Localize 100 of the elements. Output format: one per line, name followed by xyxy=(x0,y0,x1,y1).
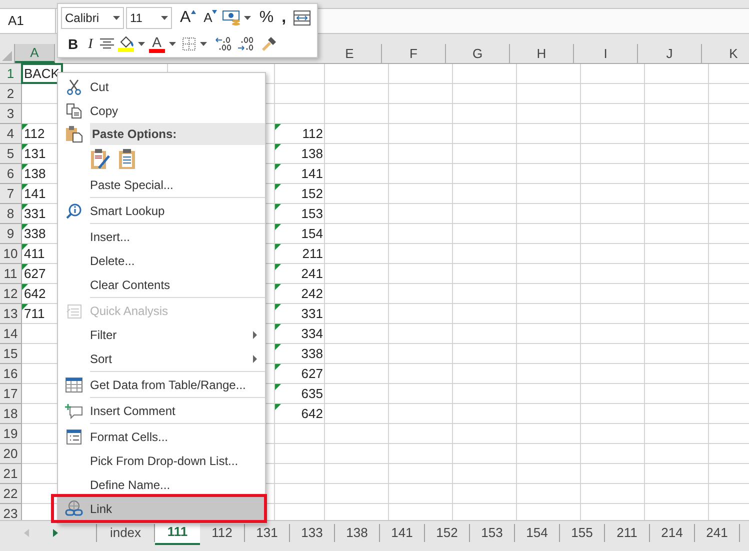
row-header[interactable]: 17 xyxy=(0,384,22,404)
table-cell[interactable]: 642 xyxy=(275,404,325,423)
row-header[interactable]: 15 xyxy=(0,344,22,364)
font-size-field[interactable]: 11 xyxy=(126,7,172,29)
sheet-tab[interactable]: 214 xyxy=(650,524,695,542)
column-header[interactable]: H xyxy=(510,44,574,63)
dropdown-icon[interactable] xyxy=(138,42,145,46)
table-cell[interactable]: 211 xyxy=(275,244,325,263)
row-header[interactable]: 10 xyxy=(0,244,22,264)
table-cell[interactable]: 338 xyxy=(275,344,325,363)
dropdown-icon[interactable] xyxy=(244,16,252,20)
row-header[interactable]: 12 xyxy=(0,284,22,304)
font-color-button[interactable]: A xyxy=(148,35,165,53)
column-header[interactable]: G xyxy=(446,44,510,63)
sheet-tab[interactable]: 138 xyxy=(335,524,380,542)
menu-item[interactable]: Format Cells... xyxy=(58,425,265,449)
grow-font-button[interactable]: A xyxy=(177,7,199,29)
menu-item[interactable]: Filter xyxy=(58,323,265,347)
quick-analysis-icon xyxy=(66,303,82,319)
table-cell[interactable]: 152 xyxy=(275,184,325,203)
row-header[interactable]: 5 xyxy=(0,144,22,164)
increase-decimal-icon[interactable] xyxy=(236,36,255,52)
menu-item[interactable]: Get Data from Table/Range... xyxy=(58,373,265,397)
wrap-text-icon[interactable] xyxy=(293,10,312,26)
row-header[interactable]: 8 xyxy=(0,204,22,224)
sheet-tab[interactable]: 211 xyxy=(605,524,650,542)
menu-item[interactable]: Insert Comment xyxy=(58,399,265,423)
percent-button[interactable]: % xyxy=(256,7,277,29)
table-cell[interactable]: 154 xyxy=(275,224,325,243)
table-cell[interactable]: 112 xyxy=(22,124,62,143)
table-cell[interactable]: 331 xyxy=(275,304,325,323)
row-header[interactable]: 1 xyxy=(0,64,22,84)
dropdown-icon[interactable] xyxy=(168,42,176,46)
column-header[interactable]: J xyxy=(638,44,702,63)
row-header[interactable]: 21 xyxy=(0,464,22,484)
sheet-tab[interactable]: 153 xyxy=(470,524,515,542)
fill-color-button[interactable] xyxy=(118,36,134,52)
sheet-tab[interactable]: 133 xyxy=(290,524,335,542)
decrease-decimal-icon[interactable] xyxy=(214,36,233,52)
row-header[interactable]: 22 xyxy=(0,484,22,504)
table-cell[interactable]: BACK xyxy=(22,64,62,83)
column-header[interactable]: K xyxy=(702,44,749,63)
row-header[interactable]: 4 xyxy=(0,124,22,144)
paste-formatting-icon[interactable] xyxy=(90,148,110,170)
table-cell[interactable]: 131 xyxy=(22,144,62,163)
caret-down-icon xyxy=(212,10,218,14)
table-cell[interactable]: 153 xyxy=(275,204,325,223)
table-cell[interactable]: 138 xyxy=(275,144,325,163)
dropdown-icon[interactable] xyxy=(200,42,207,46)
sheet-tab[interactable]: 152 xyxy=(425,524,470,542)
column-header[interactable]: I xyxy=(574,44,638,63)
paste-values-icon[interactable] xyxy=(118,148,136,170)
table-cell[interactable]: 635 xyxy=(275,384,325,403)
sheet-tab[interactable]: 154 xyxy=(515,524,560,542)
row-header[interactable]: 23 xyxy=(0,504,22,520)
paint-bucket-icon xyxy=(118,36,134,48)
table-cell[interactable]: 334 xyxy=(275,324,325,343)
table-cell[interactable]: 627 xyxy=(275,364,325,383)
comment-icon xyxy=(65,403,83,419)
italic-button[interactable]: I xyxy=(85,33,96,55)
row-header[interactable]: 16 xyxy=(0,364,22,384)
dropdown-icon xyxy=(161,16,168,20)
row-header[interactable]: 18 xyxy=(0,404,22,424)
row-header[interactable]: 6 xyxy=(0,164,22,184)
format-painter-icon[interactable] xyxy=(260,36,277,52)
link-icon xyxy=(65,500,83,518)
font-color-swatch xyxy=(148,49,165,53)
sheet-tab[interactable]: 241 xyxy=(695,524,740,542)
menu-item[interactable]: Define Name... xyxy=(58,473,265,497)
row-header[interactable]: 20 xyxy=(0,444,22,464)
row-header[interactable]: 2 xyxy=(0,84,22,104)
comma-button[interactable]: , xyxy=(278,7,290,29)
align-center-icon[interactable] xyxy=(100,38,114,50)
column-header[interactable]: F xyxy=(382,44,446,63)
row-header[interactable]: 3 xyxy=(0,104,22,124)
table-cell[interactable]: 112 xyxy=(275,124,325,143)
table-cell[interactable]: 241 xyxy=(275,264,325,283)
scroll-right-icon[interactable] xyxy=(53,529,58,537)
font-name-field[interactable]: Calibri xyxy=(61,7,124,29)
menu-item[interactable]: Sort xyxy=(58,347,265,371)
menu-item[interactable]: Copy xyxy=(58,99,265,123)
row-header[interactable]: 14 xyxy=(0,324,22,344)
bold-button[interactable]: B xyxy=(65,33,82,55)
sheet-tab[interactable]: 141 xyxy=(380,524,425,542)
column-header[interactable]: A xyxy=(15,44,55,63)
money-icon[interactable] xyxy=(222,10,242,26)
table-cell[interactable]: 141 xyxy=(275,164,325,183)
clipboard-icon xyxy=(65,125,83,143)
sheet-tab[interactable]: 155 xyxy=(560,524,605,542)
format-cells-icon xyxy=(66,429,82,445)
dropdown-icon xyxy=(113,16,120,20)
row-header[interactable]: 19 xyxy=(0,424,22,444)
row-header[interactable]: 11 xyxy=(0,264,22,284)
row-header[interactable]: 7 xyxy=(0,184,22,204)
menu-item[interactable]: Pick From Drop-down List... xyxy=(58,449,265,473)
shrink-font-button[interactable]: A xyxy=(200,7,220,29)
row-header[interactable]: 13 xyxy=(0,304,22,324)
borders-icon[interactable] xyxy=(182,37,196,51)
row-header[interactable]: 9 xyxy=(0,224,22,244)
table-cell[interactable]: 242 xyxy=(275,284,325,303)
